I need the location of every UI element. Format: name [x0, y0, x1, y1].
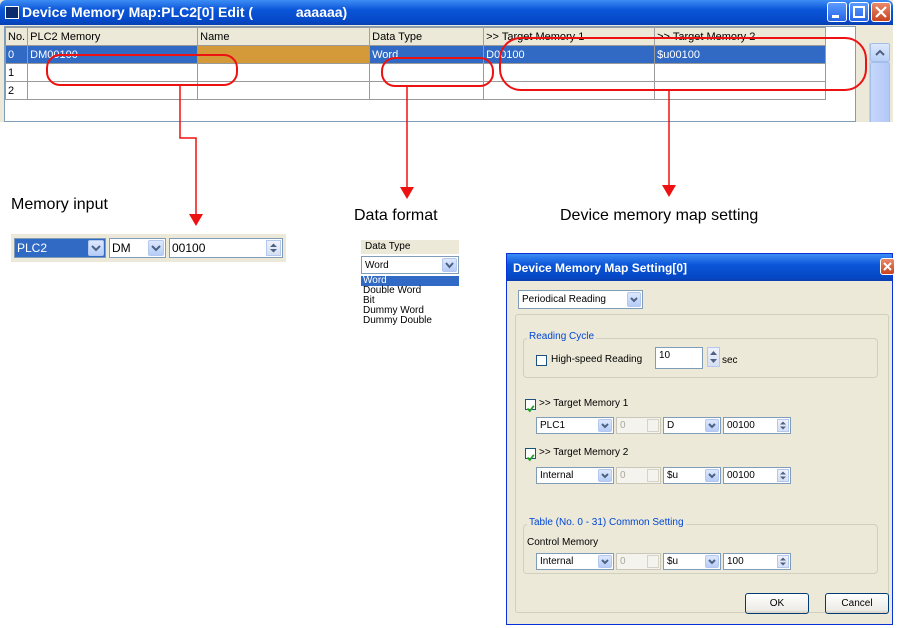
memory-input-annotation: Memory input — [11, 196, 108, 213]
check-icon — [526, 405, 535, 413]
spin-icon — [647, 469, 659, 482]
spin-icon[interactable] — [777, 469, 789, 482]
data-type-header-label: Data Type — [365, 241, 411, 252]
dialog-close-button[interactable] — [880, 258, 895, 275]
data-type-select-value: Word — [365, 260, 389, 271]
ok-button[interactable]: OK — [745, 593, 809, 614]
spin-icon — [710, 351, 717, 363]
address-stepper[interactable]: 00100 — [169, 238, 283, 258]
target-memory-2-address-value: 00100 — [727, 470, 755, 481]
control-memory-station-value: 0 — [620, 556, 626, 567]
dialog-title: Device Memory Map Setting[0] — [513, 261, 688, 275]
chevron-down-icon[interactable] — [598, 555, 612, 568]
control-memory-address-stepper[interactable]: 100 — [723, 553, 791, 570]
target-memory-1-address-value: 00100 — [727, 420, 755, 431]
chevron-down-icon[interactable] — [705, 555, 719, 568]
chevron-down-icon[interactable] — [705, 419, 719, 432]
spin-icon — [647, 555, 659, 568]
dialog-title-bar[interactable]: Device Memory Map Setting[0] — [507, 254, 895, 281]
chevron-down-icon[interactable] — [598, 419, 612, 432]
close-icon — [883, 262, 892, 271]
reading-cycle-value: 10 — [659, 350, 671, 361]
device-memory-map-setting-dialog: Device Memory Map Setting[0] Periodical … — [506, 253, 895, 625]
data-type-options: Word Double Word Bit Dummy Word Dummy Do… — [361, 276, 459, 326]
memory-type-select[interactable]: DM — [109, 238, 166, 258]
target-memory-1-type-select[interactable]: D — [663, 417, 721, 434]
chevron-down-icon[interactable] — [148, 240, 164, 256]
data-format-annotation: Data format — [354, 207, 438, 224]
option-double-word[interactable]: Double Word — [361, 286, 459, 296]
target-memory-2-type-value: $u — [667, 470, 679, 481]
target-memory-2-device-value: Internal — [540, 470, 574, 481]
target-memory-1-device-value: PLC1 — [540, 420, 566, 431]
control-memory-device-value: Internal — [540, 556, 574, 567]
reading-cycle-input[interactable]: 10 — [655, 347, 703, 369]
control-memory-station-stepper: 0 — [616, 553, 661, 570]
chevron-down-icon[interactable] — [627, 292, 641, 307]
memory-type-value: DM — [112, 241, 131, 255]
device-select-value: PLC2 — [17, 241, 48, 255]
device-select[interactable]: PLC2 — [14, 238, 106, 258]
target-memory-2-type-select[interactable]: $u — [663, 467, 721, 484]
check-icon — [526, 454, 535, 462]
data-type-header: Data Type — [361, 240, 459, 254]
reading-cycle-spinner[interactable] — [707, 347, 720, 367]
option-dummy-double[interactable]: Dummy Double — [361, 316, 459, 326]
mode-select[interactable]: Periodical Reading — [518, 290, 643, 309]
cancel-button[interactable]: Cancel — [825, 593, 889, 614]
control-memory-device-select[interactable]: Internal — [536, 553, 614, 570]
target-memory-1-station-value: 0 — [620, 420, 626, 431]
target-memory-2-label: >> Target Memory 2 — [539, 447, 629, 458]
address-value: 00100 — [172, 241, 206, 255]
data-type-panel: Data Type Word Word Double Word Bit Dumm… — [361, 240, 459, 340]
high-speed-reading-checkbox[interactable] — [536, 355, 547, 366]
control-memory-type-select[interactable]: $u — [663, 553, 721, 570]
target-memory-1-checkbox[interactable] — [525, 399, 536, 413]
chevron-down-icon[interactable] — [88, 240, 104, 256]
target-memory-2-station-stepper: 0 — [616, 467, 661, 484]
control-memory-type-value: $u — [667, 556, 679, 567]
device-memory-map-setting-annotation: Device memory map setting — [560, 207, 759, 224]
data-type-select[interactable]: Word — [361, 256, 459, 274]
spin-icon[interactable] — [777, 555, 789, 568]
device-memory-map-arrow — [662, 91, 676, 197]
common-setting-label: Table (No. 0 - 31) Common Setting — [527, 517, 686, 528]
target-memory-2-address-stepper[interactable]: 00100 — [723, 467, 791, 484]
spin-icon[interactable] — [777, 419, 789, 432]
target-memory-1-device-select[interactable]: PLC1 — [536, 417, 614, 434]
spin-icon — [647, 419, 659, 432]
chevron-down-icon[interactable] — [598, 469, 612, 482]
target-memory-1-address-stepper[interactable]: 00100 — [723, 417, 791, 434]
mode-select-value: Periodical Reading — [522, 294, 606, 305]
spin-icon[interactable] — [266, 240, 281, 256]
control-memory-label: Control Memory — [527, 537, 599, 548]
data-format-arrow — [400, 86, 414, 199]
high-speed-reading-label: High-speed Reading — [551, 354, 643, 365]
target-memory-1-label: >> Target Memory 1 — [539, 398, 629, 409]
memory-input-arrow — [179, 86, 203, 226]
control-memory-address-value: 100 — [727, 556, 744, 567]
target-memory-1-station-stepper: 0 — [616, 417, 661, 434]
target-memory-1-type-value: D — [667, 420, 675, 431]
target-memory-2-station-value: 0 — [620, 470, 626, 481]
reading-cycle-unit: sec — [722, 355, 738, 366]
target-memory-2-device-select[interactable]: Internal — [536, 467, 614, 484]
chevron-down-icon[interactable] — [442, 258, 457, 272]
target-memory-2-checkbox[interactable] — [525, 448, 536, 462]
chevron-down-icon[interactable] — [705, 469, 719, 482]
memory-input-panel: PLC2 DM 00100 — [11, 234, 286, 262]
reading-cycle-label: Reading Cycle — [527, 331, 597, 342]
